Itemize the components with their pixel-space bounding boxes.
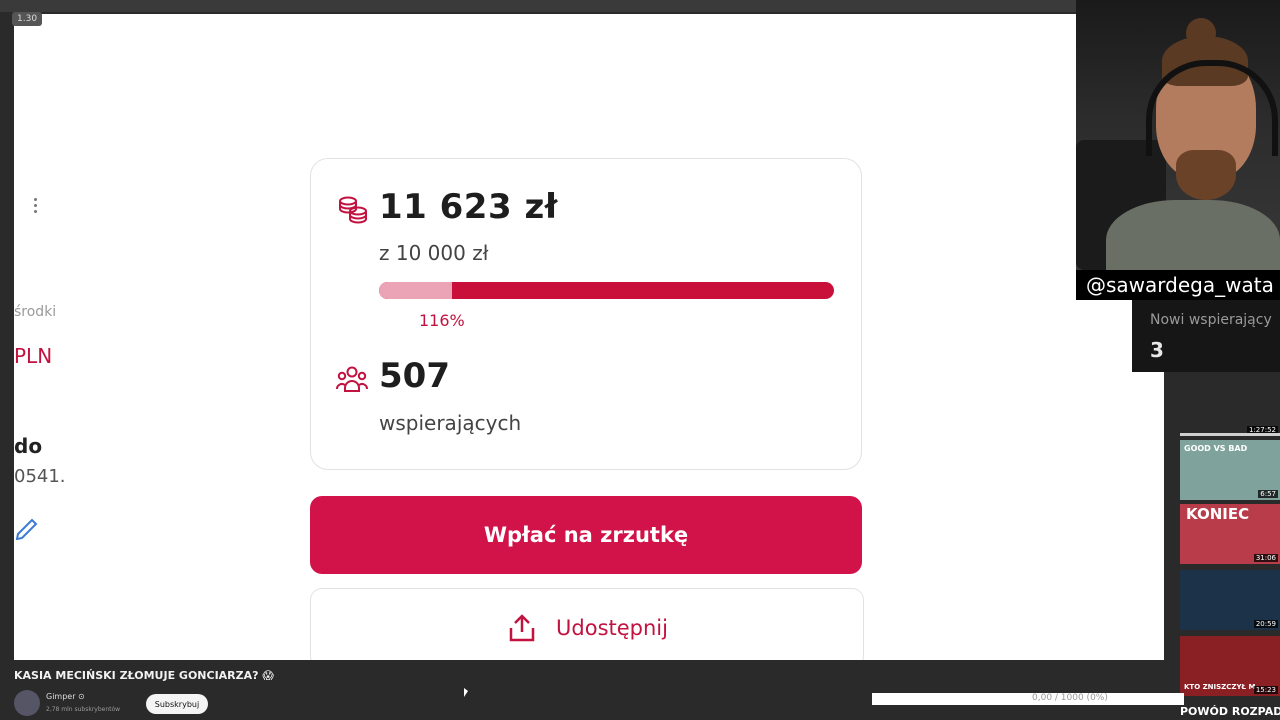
supporters-count: 507: [379, 356, 450, 396]
video-duration: 6:57: [1258, 490, 1278, 498]
sidebar-currency: PLN: [14, 344, 53, 368]
thumbnail-title: POWÓD ROZPADU: [1180, 705, 1280, 718]
video-thumbnail[interactable]: KONIEC 31:06: [1180, 504, 1280, 564]
headset-icon: [1146, 60, 1278, 156]
new-supporters-panel: Nowi wspierający 3: [1132, 300, 1280, 372]
video-duration: 31:06: [1253, 554, 1278, 562]
new-supporters-value: 3: [1150, 338, 1164, 362]
progress-bar: [379, 282, 834, 299]
share-label: Udostępnij: [556, 616, 668, 640]
video-thumbnail[interactable]: 20:59: [1180, 570, 1280, 630]
progress-percent: 116%: [419, 311, 465, 330]
browser-viewport: środki PLN do 0541. 11 623 zł z 10 000 z…: [14, 14, 1164, 660]
supporters-icon: [336, 366, 368, 392]
stream-badge: 1.30: [12, 12, 43, 26]
sidebar-heading: do: [14, 434, 43, 458]
subscriber-count: 2,78 mln subskrybentów: [46, 706, 121, 713]
stream-frame: środki PLN do 0541. 11 623 zł z 10 000 z…: [0, 0, 1280, 720]
donate-button[interactable]: Wpłać na zrzutkę: [310, 496, 862, 574]
pencil-icon[interactable]: [14, 514, 40, 540]
supporters-label: wspierających: [379, 411, 522, 435]
more-options-icon[interactable]: [26, 190, 44, 220]
raised-amount: 11 623 zł: [379, 187, 558, 227]
new-supporters-label: Nowi wspierający: [1150, 312, 1272, 328]
fundraiser-card: 11 623 zł z 10 000 zł 116% 507 wspierają…: [310, 158, 862, 470]
goal-amount: z 10 000 zł: [379, 241, 489, 265]
video-title: KASIA MECIŃSKI ZŁOMUJE GONCIARZA? 😱: [14, 669, 274, 682]
video-duration: 15:23: [1253, 686, 1278, 694]
sidebar-number: 0541.: [14, 466, 66, 487]
progress-bar-fill: [379, 282, 452, 299]
streamer-handle: @sawardega_wata: [1076, 270, 1280, 300]
coins-icon: [339, 196, 367, 224]
subscribe-button[interactable]: Subskrybuj: [146, 694, 208, 714]
share-button[interactable]: Udostępnij: [310, 588, 864, 660]
video-thumbnail[interactable]: 1:27:52: [1180, 376, 1280, 436]
mouse-cursor-icon: [464, 688, 468, 697]
video-thumbnail[interactable]: GOOD VS BAD 6:57: [1180, 440, 1280, 500]
avatar[interactable]: [14, 690, 40, 716]
webcam-overlay: [1076, 0, 1280, 300]
goal-progress-text: 0,00 / 1000 (0%): [1032, 693, 1108, 703]
channel-name[interactable]: Gimper ⊙: [46, 692, 85, 701]
video-duration: 20:59: [1253, 620, 1278, 628]
video-thumbnail[interactable]: KTO ZNISZCZYŁ M 15:23: [1180, 636, 1280, 696]
goal-progress-bar: [872, 693, 1184, 705]
sidebar-text: środki: [14, 304, 57, 320]
share-icon: [509, 614, 535, 642]
